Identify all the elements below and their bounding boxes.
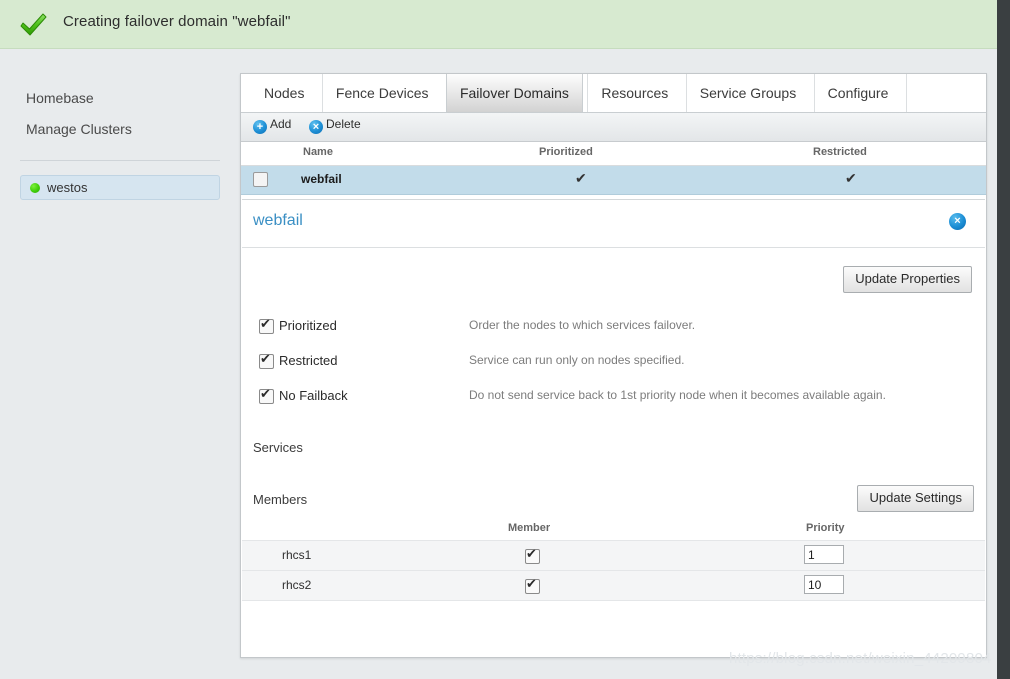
tab-bar: Nodes Fence Devices Failover Domains Res… — [241, 74, 986, 113]
column-header-restricted: Restricted — [813, 146, 867, 158]
action-toolbar: + Add × Delete — [241, 113, 986, 142]
column-header-priority: Priority — [806, 522, 845, 534]
column-header-prioritized: Prioritized — [539, 146, 593, 158]
members-section: Services Members Update Settings Member … — [242, 440, 985, 629]
restricted-description: Service can run only on nodes specified. — [469, 353, 685, 367]
application-window: Creating failover domain "webfail" Homeb… — [0, 0, 997, 679]
sidebar-item-manage-clusters[interactable]: Manage Clusters — [26, 121, 132, 137]
content-panel: Nodes Fence Devices Failover Domains Res… — [240, 73, 987, 658]
tab-nodes[interactable]: Nodes — [251, 74, 317, 112]
property-row-prioritized: Prioritized Order the nodes to which ser… — [242, 316, 985, 338]
status-message: Creating failover domain "webfail" — [63, 13, 291, 30]
prioritized-checkbox[interactable] — [259, 316, 274, 334]
right-gutter — [997, 0, 1010, 679]
prioritized-description: Order the nodes to which services failov… — [469, 318, 696, 332]
member-checkbox[interactable] — [525, 546, 540, 564]
members-table-footer — [242, 600, 985, 629]
detail-title: webfail — [253, 212, 303, 229]
no-failback-label: No Failback — [279, 388, 348, 403]
sidebar: Homebase Manage Clusters westos — [0, 50, 240, 679]
member-checkbox[interactable] — [525, 576, 540, 594]
close-icon[interactable]: × — [949, 213, 966, 230]
update-properties-button[interactable]: Update Properties — [843, 266, 972, 293]
column-header-member: Member — [508, 522, 551, 534]
domain-detail-panel: webfail × Update Properties Prioritized … — [242, 199, 985, 629]
restricted-checkbox[interactable] — [259, 351, 274, 369]
green-check-icon — [20, 13, 47, 36]
sidebar-divider — [20, 160, 220, 161]
services-label: Services — [253, 440, 303, 455]
tab-resources[interactable]: Resources — [587, 74, 681, 112]
delete-button-label: Delete — [326, 117, 361, 131]
members-label: Members — [253, 492, 308, 507]
table-row[interactable]: webfail ✔ ✔ — [241, 166, 986, 195]
delete-button[interactable]: × Delete — [309, 117, 361, 137]
property-row-restricted: Restricted Service can run only on nodes… — [242, 351, 985, 373]
tab-configure[interactable]: Configure — [813, 74, 902, 112]
add-button[interactable]: + Add — [253, 117, 291, 137]
domain-name-cell: webfail — [301, 172, 342, 186]
tab-failover-domains[interactable]: Failover Domains — [445, 74, 583, 112]
update-settings-button[interactable]: Update Settings — [857, 485, 974, 512]
member-name: rhcs2 — [282, 578, 312, 592]
close-circle-icon: × — [309, 120, 323, 134]
add-button-label: Add — [270, 117, 292, 131]
restricted-label: Restricted — [279, 353, 338, 368]
plus-circle-icon: + — [253, 120, 267, 134]
tab-fence-devices[interactable]: Fence Devices — [321, 74, 442, 112]
tab-service-groups[interactable]: Service Groups — [685, 74, 809, 112]
properties-section: Update Properties Prioritized Order the … — [242, 248, 985, 440]
priority-input[interactable] — [804, 545, 844, 564]
prioritized-check-icon: ✔ — [575, 170, 587, 186]
no-failback-description: Do not send service back to 1st priority… — [469, 388, 886, 402]
property-row-no-failback: No Failback Do not send service back to … — [242, 386, 985, 408]
status-banner: Creating failover domain "webfail" — [0, 0, 997, 49]
tab-bar-endcap — [905, 74, 908, 112]
no-failback-checkbox[interactable] — [259, 386, 274, 404]
table-row[interactable]: rhcs1 — [242, 540, 985, 571]
status-dot-icon — [30, 183, 40, 193]
restricted-check-icon: ✔ — [845, 170, 857, 186]
sidebar-item-homebase[interactable]: Homebase — [26, 90, 94, 106]
member-name: rhcs1 — [282, 548, 312, 562]
sidebar-item-westos[interactable]: westos — [20, 175, 220, 200]
cluster-name-label: westos — [47, 180, 88, 195]
domains-table-header: Name Prioritized Restricted — [241, 142, 986, 166]
row-select-checkbox[interactable] — [253, 172, 268, 187]
members-table-header: Member Priority — [242, 522, 985, 540]
table-row[interactable]: rhcs2 — [242, 570, 985, 601]
detail-header: webfail × — [242, 200, 985, 248]
column-header-name: Name — [303, 146, 333, 158]
prioritized-label: Prioritized — [279, 318, 337, 333]
priority-input[interactable] — [804, 575, 844, 594]
